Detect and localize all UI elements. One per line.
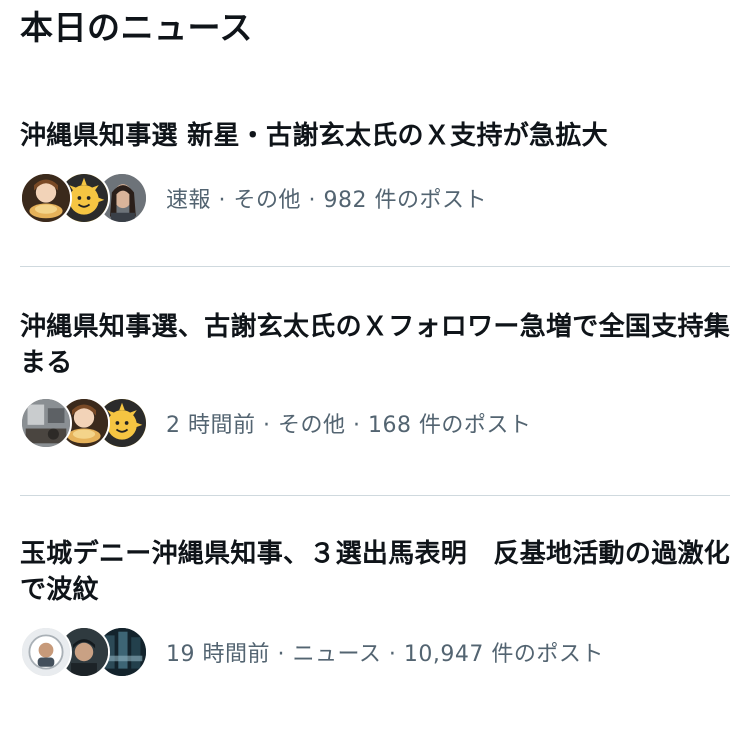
news-item[interactable]: 沖縄県知事選 新星・古謝玄太氏のＸ支持が急拡大 速報 · その他 · 982 件…	[0, 100, 750, 266]
news-meta-row: 速報 · その他 · 982 件のポスト	[20, 168, 730, 228]
avatar-group	[20, 393, 150, 453]
avatar-room-photo	[20, 397, 72, 449]
news-list: 沖縄県知事選 新星・古謝玄太氏のＸ支持が急拡大 速報 · その他 · 982 件…	[0, 100, 750, 724]
news-meta-row: 2 時間前 · その他 · 168 件のポスト	[20, 393, 730, 453]
news-item[interactable]: 玉城デニー沖縄県知事、３選出馬表明 反基地活動の過激化で波紋 19 時間前 · …	[0, 496, 750, 724]
section-title: 本日のニュース	[20, 8, 253, 47]
news-meta-row: 19 時間前 · ニュース · 10,947 件のポスト	[20, 622, 730, 682]
news-meta: 速報 · その他 · 982 件のポスト	[166, 188, 487, 213]
news-item[interactable]: 沖縄県知事選、古謝玄太氏のＸフォロワー急増で全国支持集まる 2 時間前 · その…	[0, 267, 750, 495]
news-meta: 19 時間前 · ニュース · 10,947 件のポスト	[166, 642, 604, 667]
news-headline[interactable]: 沖縄県知事選、古謝玄太氏のＸフォロワー急増で全国支持集まる	[20, 309, 732, 381]
news-meta: 2 時間前 · その他 · 168 件のポスト	[166, 413, 532, 438]
avatar-food-girl	[20, 172, 72, 224]
news-headline[interactable]: 玉城デニー沖縄県知事、３選出馬表明 反基地活動の過激化で波紋	[20, 536, 732, 608]
avatar-group	[20, 168, 150, 228]
news-headline[interactable]: 沖縄県知事選 新星・古謝玄太氏のＸ支持が急拡大	[20, 118, 732, 154]
avatar-number-ten	[20, 626, 72, 678]
avatar-group	[20, 622, 150, 682]
